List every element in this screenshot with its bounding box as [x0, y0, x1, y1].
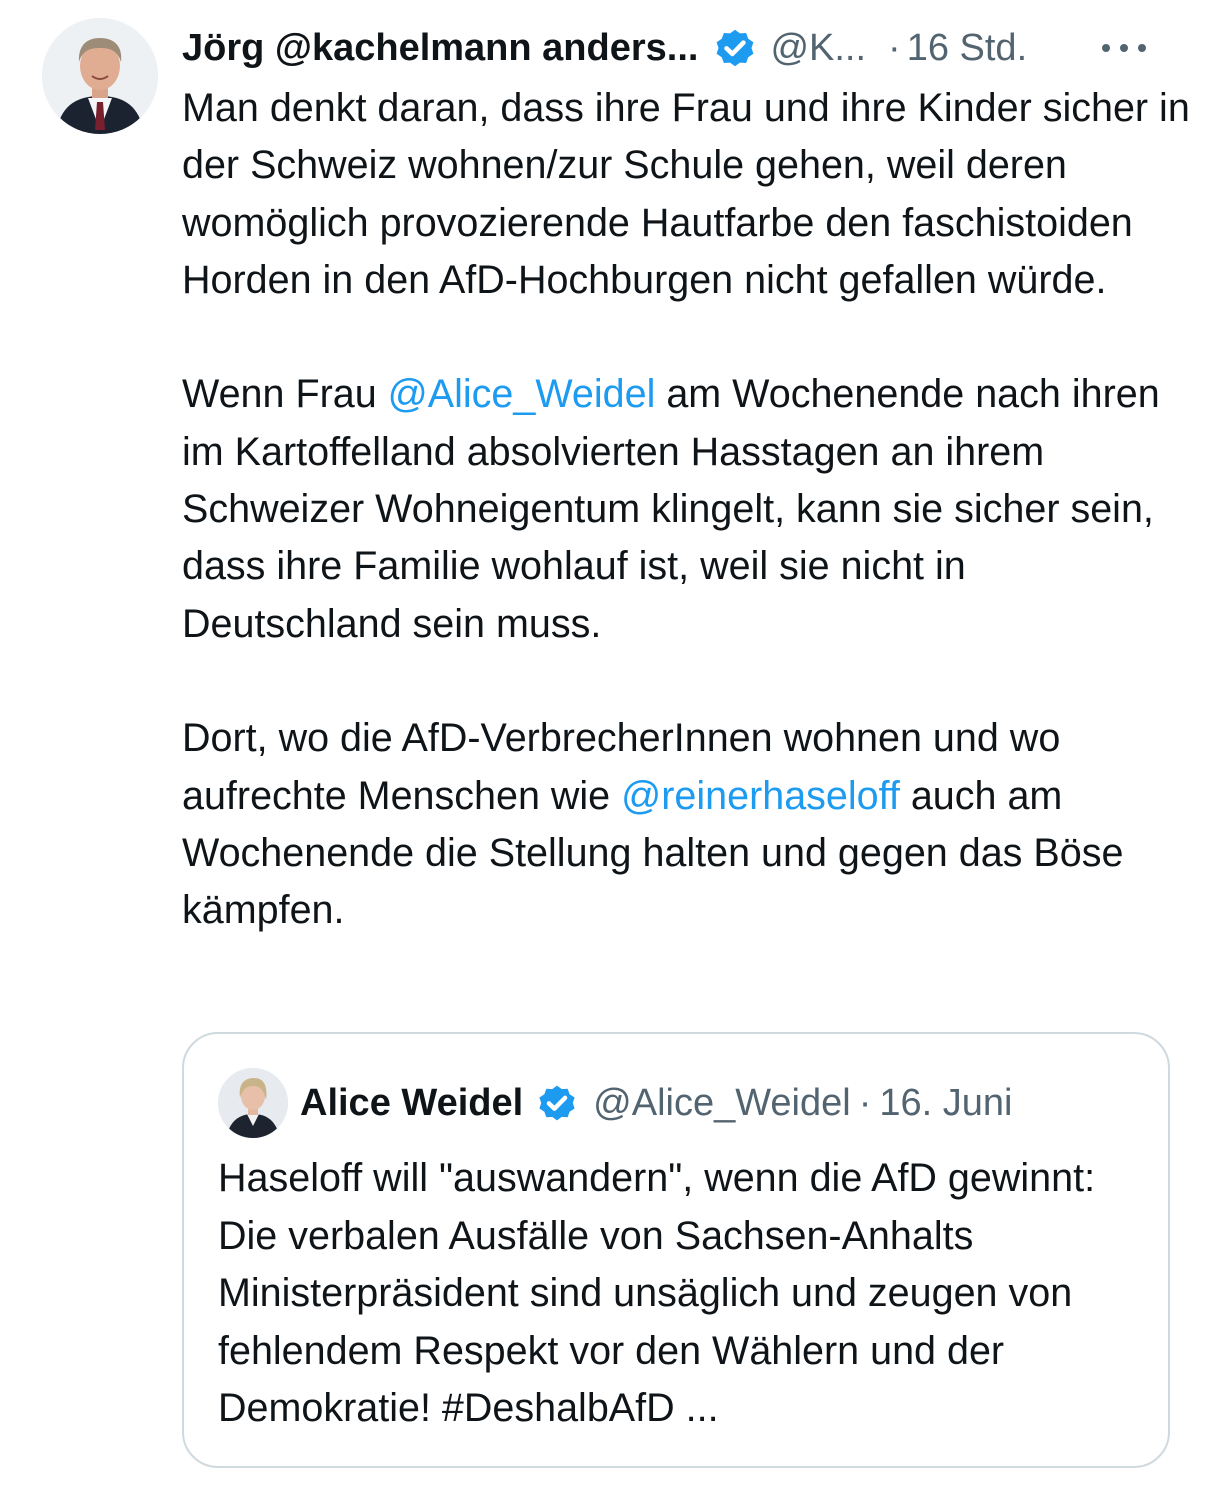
author-handle[interactable]: @K...: [770, 22, 866, 74]
mention-link-reinerhaseloff[interactable]: @reinerhaseloff: [621, 774, 900, 818]
tweet-timestamp[interactable]: 16 Std.: [907, 22, 1027, 74]
verified-badge-icon: [539, 1085, 575, 1121]
avatar-icon: [42, 18, 158, 134]
quoted-tweet-text: Haseloff will "auswandern", wenn die AfD…: [218, 1156, 1096, 1430]
header-separator: ·: [888, 27, 901, 69]
avatar-icon: [218, 1068, 288, 1138]
mention-link-alice-weidel[interactable]: @Alice_Weidel: [388, 372, 656, 416]
quoted-tweet-date[interactable]: 16. Juni: [879, 1076, 1012, 1130]
tweet-text: Man denkt daran, dass ihre Frau und ihre…: [182, 80, 1192, 939]
author-display-name[interactable]: Jörg @kachelmann anders...: [182, 22, 698, 74]
quoted-author-handle[interactable]: @Alice_Weidel: [593, 1076, 851, 1130]
author-avatar[interactable]: [42, 18, 158, 134]
quoted-author-display-name[interactable]: Alice Weidel: [300, 1076, 523, 1130]
tweet[interactable]: Jörg @kachelmann anders... @K... · 16 St…: [0, 0, 1216, 1486]
tweet-paragraph-1: Man denkt daran, dass ihre Frau und ihre…: [182, 86, 1190, 302]
quoted-tweet-header: Alice Weidel @Alice_Weidel · 16. Juni: [300, 1076, 1012, 1130]
verified-badge-icon: [717, 29, 754, 67]
quoted-author-avatar[interactable]: [218, 1068, 288, 1138]
tweet-header: Jörg @kachelmann anders... @K... · 16 St…: [182, 22, 1192, 74]
quoted-header-separator: ·: [858, 1082, 872, 1124]
paragraph-text: Wenn Frau: [182, 372, 388, 417]
more-options-icon[interactable]: [1102, 22, 1146, 74]
quoted-tweet-card[interactable]: Alice Weidel @Alice_Weidel · 16. Juni Ha…: [182, 1032, 1170, 1468]
tweet-paragraph-3: Dort, wo die AfD-VerbrecherInnen wohnen …: [182, 710, 1192, 939]
tweet-paragraph-2: Wenn Frau @Alice_Weidel am Wochenende na…: [182, 366, 1192, 652]
